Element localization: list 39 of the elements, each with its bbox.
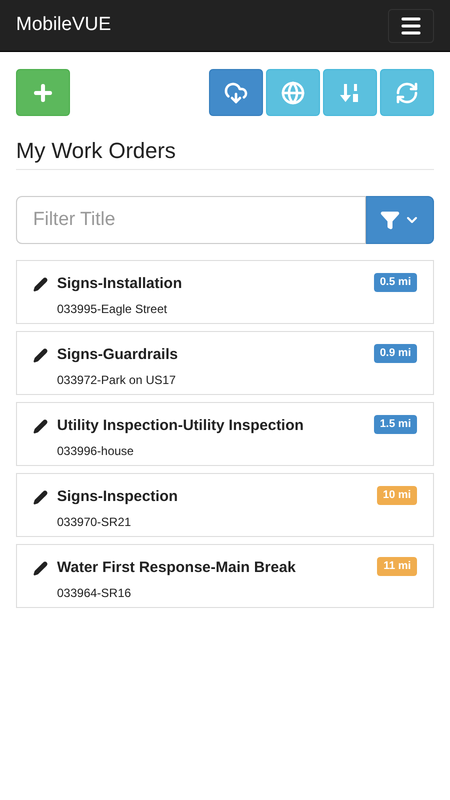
filter-icon [380,210,400,230]
distance-badge: 10 mi [376,486,417,504]
cloud-download-icon [224,80,248,104]
add-button[interactable] [16,69,70,116]
work-order-location: 033996-house [57,442,135,460]
pencil-icon [33,490,48,505]
work-order-location: 033970-SR21 [57,514,132,530]
filter-button[interactable] [366,196,434,244]
distance-badge: 0.5 mi [374,273,417,292]
work-order-item[interactable]: Signs-Installation 033995-Eagle Street 0.5 mi [16,260,434,324]
work-order-title: Signs-Installation [57,274,182,294]
pencil-icon [33,560,48,576]
work-order-item[interactable]: Utility Inspection-Utility Inspection 033996-house 1.5 mi [16,402,434,466]
work-order-item[interactable]: Signs-Inspection 033970-SR21 10 mi [16,473,434,537]
toolbar-button[interactable] [380,69,434,116]
brand-title: MobileVUE [16,13,112,38]
work-order-location: 033995-Eagle Street [57,300,168,318]
work-order-item[interactable]: Water First Response-Main Break 033964-SR16 11 mi [16,544,434,608]
toolbar-button[interactable] [323,69,377,116]
work-order-title: Signs-Guardrails [57,345,178,365]
toolbar-button[interactable] [209,69,263,116]
filter-field[interactable]: Filter Title [16,196,366,244]
work-order-location: 033972-Park on US17 [57,372,177,388]
distance-badge: 1.5 mi [374,415,417,434]
globe-icon [281,80,305,104]
page-heading: My Work Orders [16,134,434,170]
menu-button[interactable] [388,8,434,42]
work-order-title: Signs-Inspection [57,487,178,507]
work-order-location: 033964-SR16 [57,584,132,602]
distance-badge: 11 mi [377,557,417,576]
pencil-icon [33,348,48,363]
distance-badge: 0.9 mi [374,344,417,362]
toolbar-button[interactable] [266,69,320,116]
pencil-icon [33,418,48,434]
work-order-title: Utility Inspection-Utility Inspection [57,416,304,436]
work-order-item[interactable]: Signs-Guardrails 033972-Park on US17 0.9 mi [16,331,434,395]
pencil-icon [33,276,48,292]
work-order-title: Water First Response-Main Break [57,558,296,578]
refresh-icon [395,80,419,104]
